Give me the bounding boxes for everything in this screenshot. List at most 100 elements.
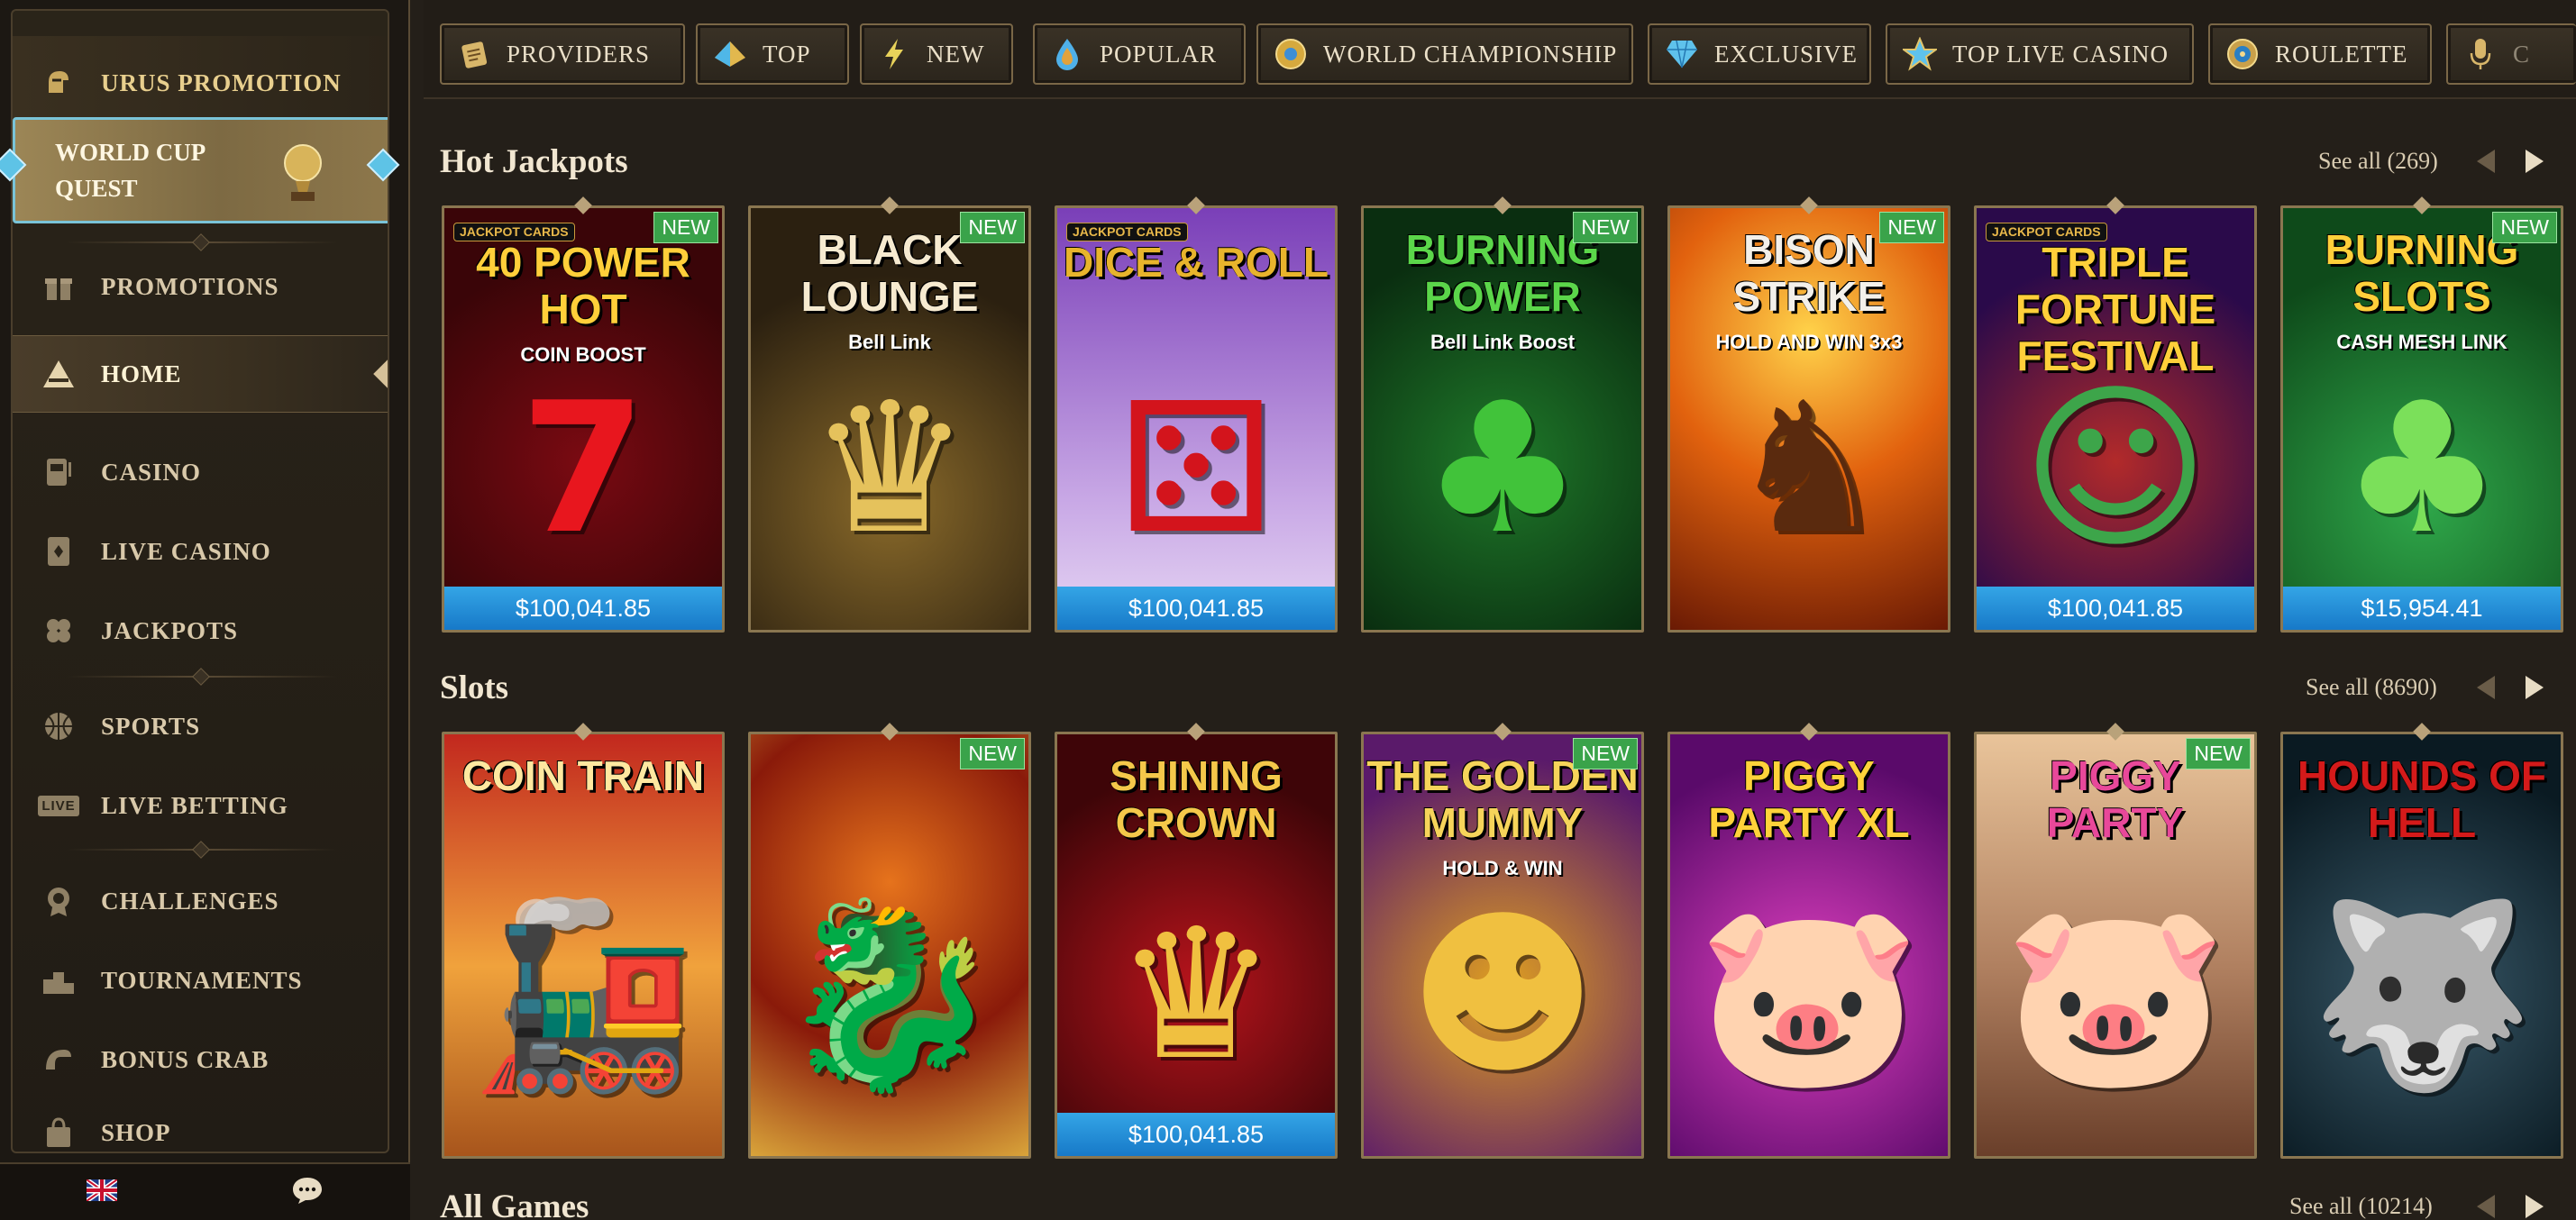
sidebar-item-urus-promotion[interactable]: URUS PROMOTION [13, 36, 388, 130]
medal-icon [40, 882, 78, 920]
game-card[interactable]: ⚄ JACKPOT CARDS Dice & Roll $100,041.85 [1055, 205, 1338, 633]
game-title: 40 POWER HOT [476, 239, 690, 332]
tab-label: TOP [763, 40, 811, 68]
game-art-symbol: 🐷 [1696, 890, 1922, 1100]
game-card[interactable]: ☻ THE GOLDEN MUMMY HOLD & WIN NEW [1361, 732, 1644, 1159]
new-badge: NEW [960, 738, 1025, 769]
game-art-symbol: ♛ [1115, 890, 1277, 1100]
game-subtitle: HOLD AND WIN 3x3 [1715, 331, 1903, 353]
tab-label: POPULAR [1100, 40, 1218, 68]
tab-label: C [2513, 40, 2531, 68]
tab-new[interactable]: NEW [860, 23, 1013, 85]
sidebar-item-sports[interactable]: SPORTS [13, 688, 388, 764]
sidebar: URUS PROMOTION WORLD CUP QUEST PROMOTION… [0, 0, 410, 1220]
see-all-slots[interactable]: See all (8690) [2306, 674, 2437, 701]
tab-popular[interactable]: POPULAR [1033, 23, 1246, 85]
next-arrow-icon[interactable] [2526, 676, 2544, 699]
game-title: Dice & Roll [1064, 239, 1329, 286]
sidebar-item-live-casino[interactable]: LIVE CASINO [13, 514, 388, 589]
scroll-icon [456, 36, 492, 72]
tab-label: ROULETTE [2275, 40, 2408, 68]
sidebar-item-bonus-crab[interactable]: BONUS CRAB [13, 1022, 388, 1097]
star-icon [1902, 36, 1938, 72]
live-badge-icon: LIVE [38, 787, 79, 824]
sidebar-item-live-betting[interactable]: LIVE LIVE BETTING [13, 768, 388, 843]
tab-label: NEW [927, 40, 985, 68]
game-card[interactable]: 🐷 Piggy Party NEW [1974, 732, 2257, 1159]
prev-arrow-icon[interactable] [2477, 150, 2495, 173]
tab-label: PROVIDERS [507, 40, 651, 68]
lightning-icon [876, 36, 912, 72]
game-card[interactable]: 🐺 HOUNDS OF HELL [2280, 732, 2563, 1159]
game-card[interactable]: ☺ JACKPOT CARDS TRIPLE FORTUNE FESTIVAL $10… [1974, 205, 2257, 633]
new-badge: NEW [2492, 212, 2557, 243]
sidebar-item-label: CASINO [101, 458, 202, 486]
game-art-symbol: ♛ [808, 364, 971, 574]
tab-providers[interactable]: PROVIDERS [440, 23, 685, 85]
sidebar-item-home[interactable]: HOME [13, 335, 388, 413]
tab-label: WORLD CHAMPIONSHIP [1323, 40, 1618, 68]
see-all-hot-jackpots[interactable]: See all (269) [2318, 148, 2438, 175]
tab-label: EXCLUSIVE [1714, 40, 1858, 68]
game-card[interactable]: 🐷 PIGGY PARTY XL [1667, 732, 1950, 1159]
tab-top[interactable]: TOP [696, 23, 849, 85]
prev-arrow-icon[interactable] [2477, 676, 2495, 699]
sidebar-item-promotions[interactable]: PROMOTIONS [13, 249, 388, 324]
sidebar-item-label: LIVE CASINO [101, 537, 271, 565]
tab-partial[interactable]: C [2446, 23, 2576, 85]
jackpot-amount: $100,041.85 [444, 587, 722, 630]
sidebar-item-label: BONUS CRAB [101, 1045, 269, 1073]
tab-exclusive[interactable]: EXCLUSIVE [1648, 23, 1871, 85]
sidebar-item-label: PROMOTIONS [101, 272, 279, 300]
game-subtitle: HOLD & WIN [1442, 857, 1563, 879]
jackpot-amount: $15,954.41 [2283, 587, 2561, 630]
game-card[interactable]: ♛ BLACK LOUNGE Bell Link NEW [748, 205, 1031, 633]
slot-machine-icon [40, 453, 78, 491]
quest-label-line1: WORLD CUP [55, 139, 206, 166]
new-badge: NEW [1573, 738, 1638, 769]
world-cup-quest-banner[interactable]: WORLD CUP QUEST [13, 117, 388, 223]
sidebar-item-label: LIVE BETTING [101, 791, 288, 819]
pyramid-icon [712, 36, 748, 72]
new-badge: NEW [1879, 212, 1944, 243]
chat-icon[interactable] [291, 1176, 324, 1209]
jackpot-amount: $100,041.85 [1057, 1113, 1335, 1156]
section-title-slots: Slots [440, 669, 509, 706]
sidebar-item-challenges[interactable]: CHALLENGES [13, 863, 388, 939]
game-subtitle: Bell Link [848, 331, 931, 353]
quest-label-line2: QUEST [55, 175, 138, 202]
sidebar-item-tournaments[interactable]: TOURNAMENTS [13, 942, 388, 1018]
game-card[interactable]: ♣ BURNING SLOTS CASH MESH LINK NEW $15,954.4… [2280, 205, 2563, 633]
sidebar-item-shop[interactable]: SHOP [13, 1101, 388, 1152]
game-title: COIN TRAIN [461, 752, 705, 799]
next-arrow-icon[interactable] [2526, 150, 2544, 173]
section-title-all-games: All Games [440, 1188, 589, 1220]
game-card[interactable]: 🐉 NEW [748, 732, 1031, 1159]
game-card[interactable]: 7 JACKPOT CARDS 40 POWER HOT COIN BOOST NEW $… [442, 205, 725, 633]
jackpot-amount: $100,041.85 [1057, 587, 1335, 630]
category-nav: PROVIDERS TOP NEW POPULAR WORLD CHAMPION… [424, 0, 2576, 99]
claw-icon [40, 1041, 78, 1079]
uk-flag-icon[interactable] [85, 1177, 119, 1206]
tab-roulette[interactable]: ROULETTE [2208, 23, 2432, 85]
game-card[interactable]: 🚂 COIN TRAIN [442, 732, 725, 1159]
game-card[interactable]: ♛ SHINING CROWN $100,041.85 [1055, 732, 1338, 1159]
game-title: PIGGY PARTY XL [1708, 752, 1910, 846]
next-arrow-icon[interactable] [2526, 1195, 2544, 1218]
new-badge: NEW [2186, 738, 2251, 769]
tab-world-championship[interactable]: WORLD CHAMPIONSHIP [1256, 23, 1633, 85]
sidebar-item-casino[interactable]: CASINO [13, 434, 388, 510]
sidebar-item-jackpots[interactable]: JACKPOTS [13, 593, 388, 669]
clover-icon [40, 612, 78, 650]
sidebar-panel: URUS PROMOTION WORLD CUP QUEST PROMOTION… [11, 9, 389, 1153]
prev-arrow-icon[interactable] [2477, 1195, 2495, 1218]
see-all-all-games[interactable]: See all (10214) [2289, 1193, 2433, 1220]
trophy-icon [284, 144, 322, 201]
home-icon [40, 355, 78, 393]
tab-top-live-casino[interactable]: TOP LIVE CASINO [1886, 23, 2194, 85]
game-card[interactable]: ♣ BURNING POWER Bell Link Boost NEW [1361, 205, 1644, 633]
game-art-symbol: 🚂 [470, 890, 696, 1100]
bag-icon [40, 1114, 78, 1152]
game-card[interactable]: ♞ BISON STRIKE HOLD AND WIN 3x3 NEW [1667, 205, 1950, 633]
helmet-icon [40, 64, 78, 102]
